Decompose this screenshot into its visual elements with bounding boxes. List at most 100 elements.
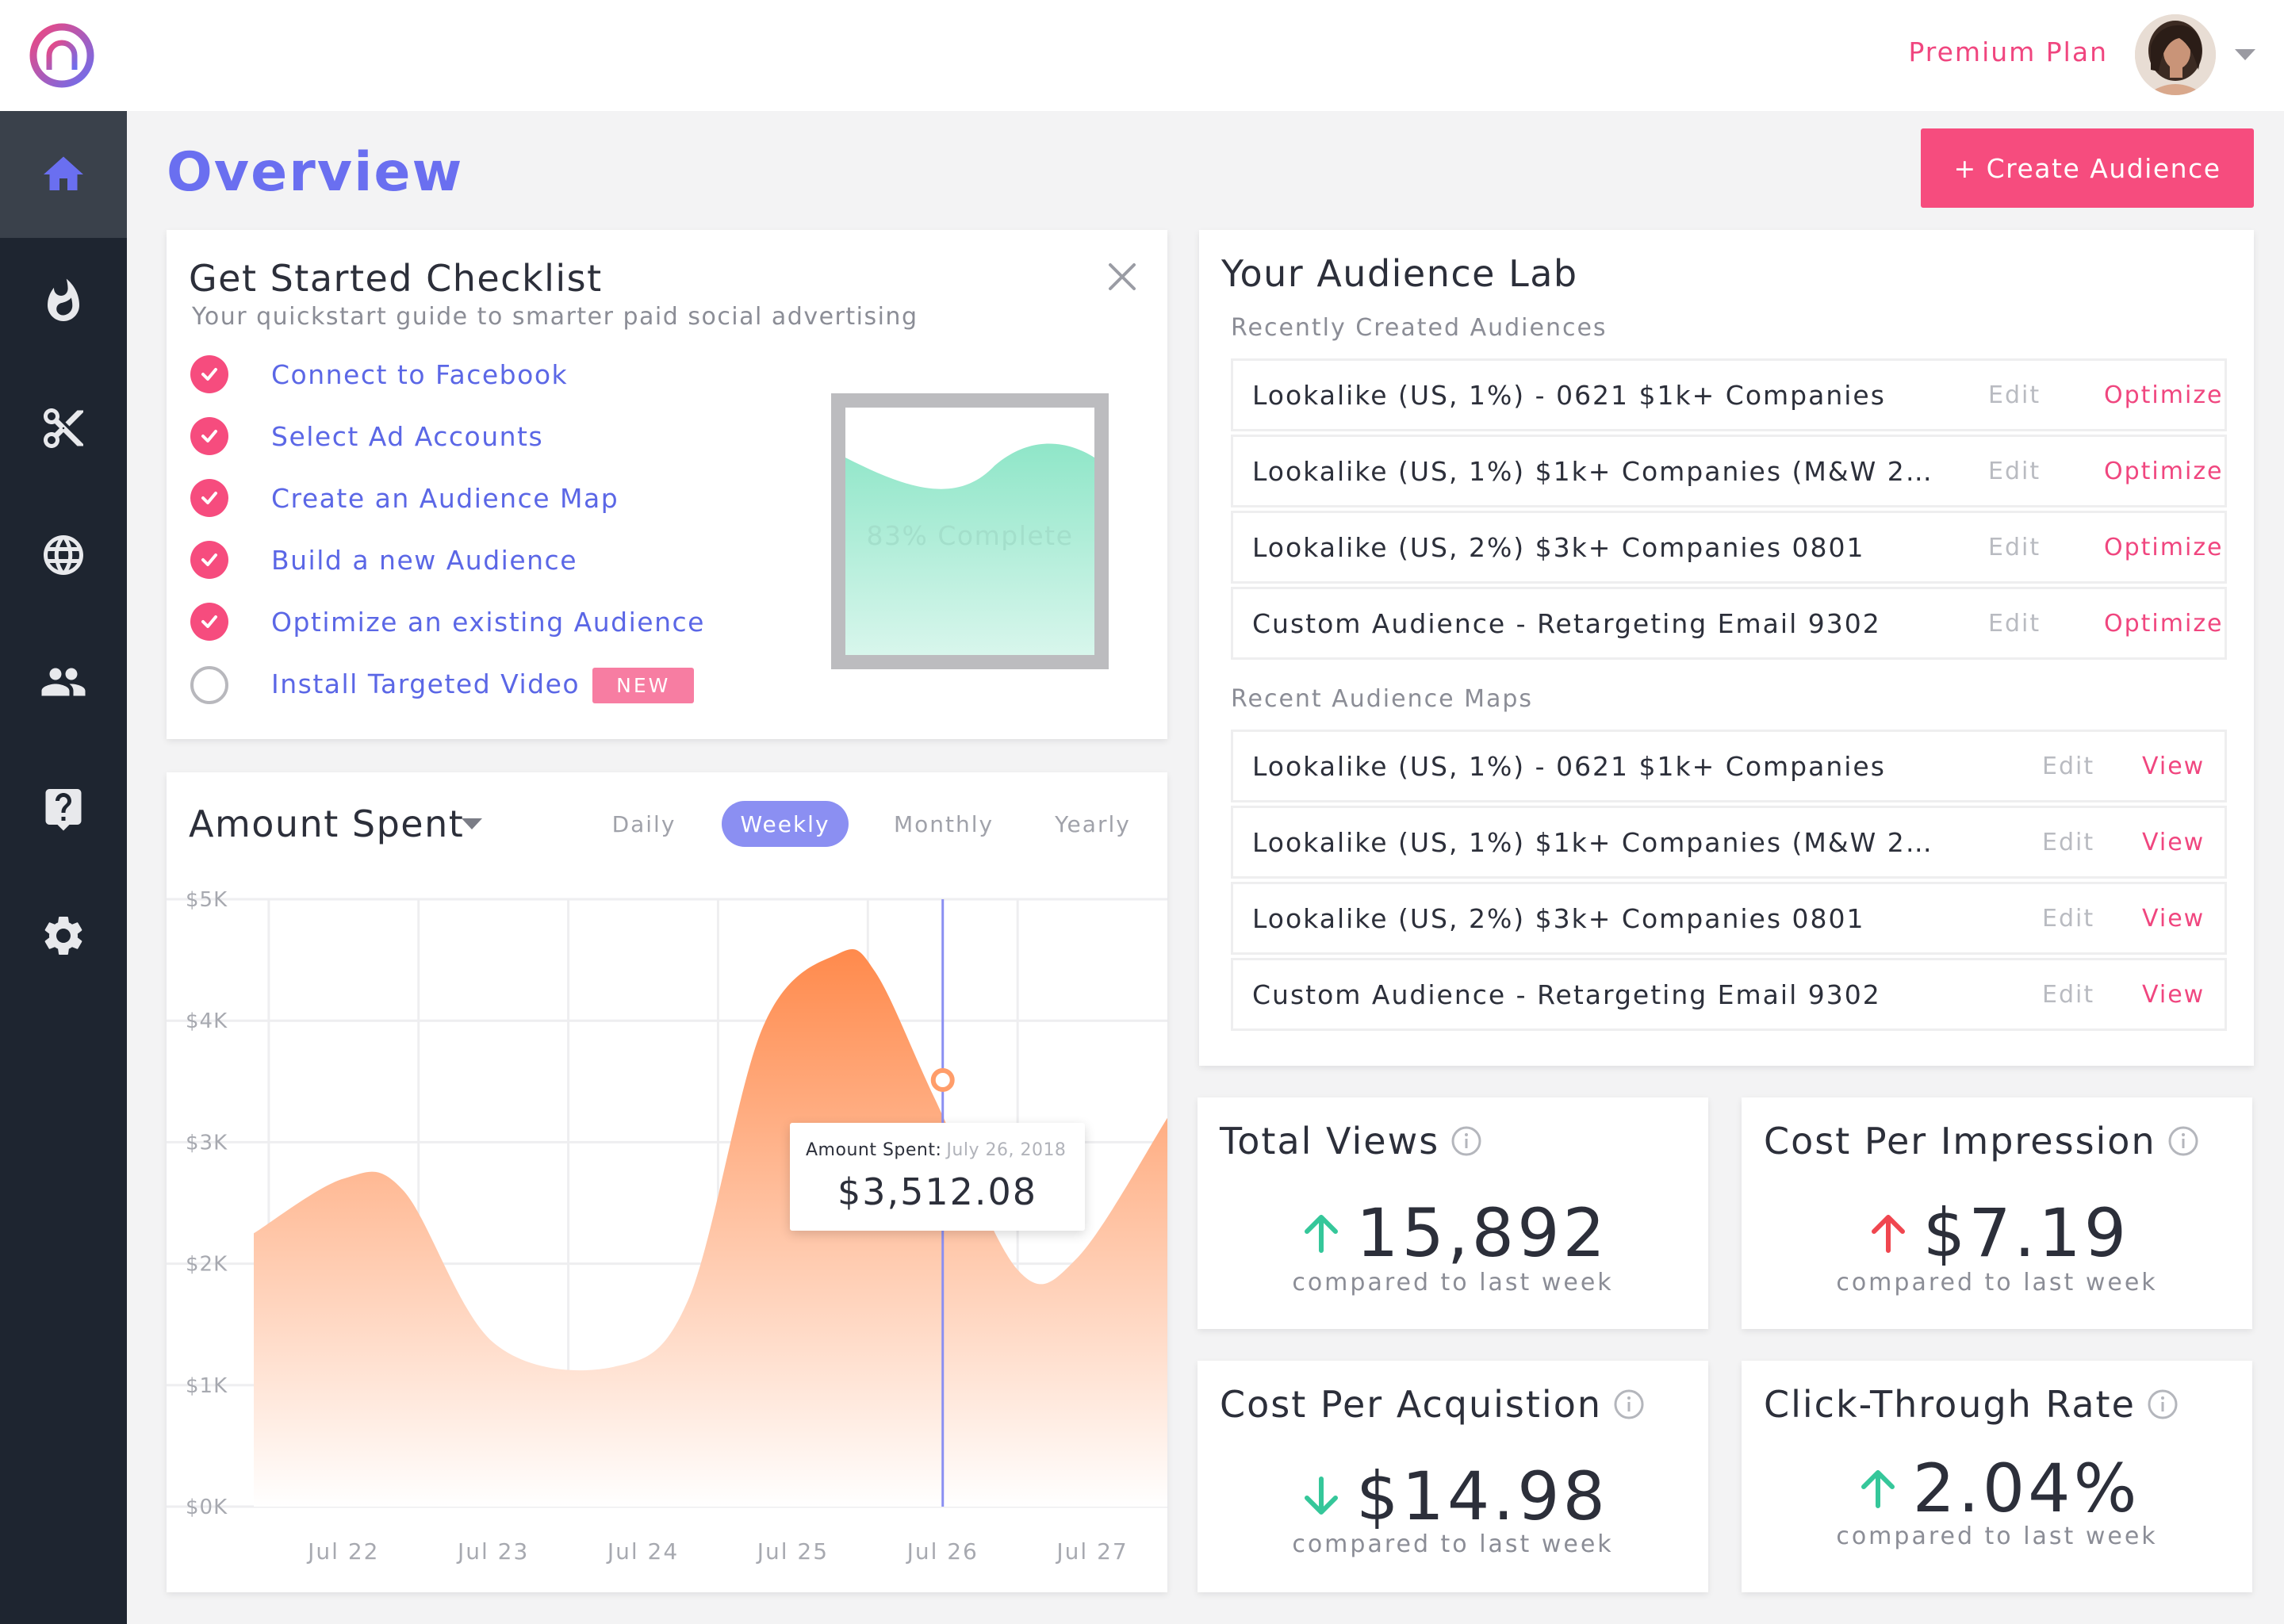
sidebar-item-tools[interactable] [0, 365, 127, 492]
amount-spent-title[interactable]: Amount Spent [189, 802, 464, 845]
period-yearly[interactable]: Yearly [1037, 801, 1148, 847]
stat-comparison: compared to last week [1292, 1530, 1614, 1558]
recent-maps-label: Recent Audience Maps [1231, 685, 1534, 713]
tooltip-label: Amount Spent: [806, 1140, 942, 1160]
view-link[interactable]: View [2142, 829, 2205, 856]
arrow-up-icon [1305, 1215, 1339, 1253]
checklist-item-install-video[interactable]: Install Targeted Video NEW [190, 663, 695, 707]
info-icon[interactable] [2167, 1125, 2199, 1157]
chart-tooltip: Amount Spent: July 26, 2018 $3,512.08 [790, 1123, 1085, 1231]
edit-link[interactable]: Edit [2042, 981, 2094, 1009]
stat-title: Cost Per Impression [1764, 1120, 2156, 1162]
sidebar-item-settings[interactable] [0, 872, 127, 999]
audience-row[interactable]: Lookalike (US, 1%) - 0621 $1k+ Companies… [1231, 358, 2227, 431]
checklist-item-create-audience-map[interactable]: Create an Audience Map [190, 476, 618, 520]
edit-link[interactable]: Edit [2042, 905, 2094, 933]
audience-name[interactable]: Custom Audience - Retargeting Email 9302 [1252, 608, 1934, 639]
y-tick-label: $0K [186, 1496, 228, 1519]
stat-card-total-views: Total Views 15,892 compared to last week [1198, 1097, 1708, 1329]
stat-comparison: compared to last week [1836, 1522, 2158, 1550]
checklist-item-connect-facebook[interactable]: Connect to Facebook [190, 352, 567, 396]
tooltip-label-row: Amount Spent: July 26, 2018 [806, 1140, 1066, 1160]
period-daily[interactable]: Daily [595, 801, 693, 847]
stat-value: 2.04% [1912, 1450, 2140, 1527]
audience-map-row[interactable]: Lookalike (US, 1%) - 0621 $1k+ Companies… [1231, 730, 2227, 802]
arrow-up-icon [1871, 1215, 1905, 1253]
audience-map-row[interactable]: Lookalike (US, 2%) $3k+ Companies 0801 E… [1231, 882, 2227, 955]
audience-row[interactable]: Lookalike (US, 2%) $3k+ Companies 0801 E… [1231, 511, 2227, 584]
stat-value-row: $14.98 [1198, 1457, 1708, 1535]
avatar[interactable] [2135, 14, 2216, 95]
checklist-item-label-wrap[interactable]: Install Targeted Video NEW [271, 667, 695, 703]
plan-label[interactable]: Premium Plan [1908, 36, 2108, 67]
audience-map-name[interactable]: Lookalike (US, 2%) $3k+ Companies 0801 [1252, 903, 1934, 934]
checkmark-icon [190, 355, 228, 393]
audience-lab-title: Your Audience Lab [1221, 252, 1578, 295]
info-icon[interactable] [2147, 1388, 2179, 1420]
stat-title: Total Views [1220, 1120, 1440, 1162]
audience-row[interactable]: Custom Audience - Retargeting Email 9302… [1231, 587, 2227, 660]
stat-card-click-through-rate: Click-Through Rate 2.04% compared to las… [1742, 1361, 2252, 1592]
sidebar-item-home[interactable] [0, 111, 127, 238]
optimize-link[interactable]: Optimize [2104, 458, 2224, 485]
view-link[interactable]: View [2142, 981, 2205, 1009]
sidebar-item-global[interactable] [0, 492, 127, 619]
period-weekly[interactable]: Weekly [722, 801, 849, 847]
edit-link[interactable]: Edit [2042, 753, 2094, 780]
checklist-item-select-ad-accounts[interactable]: Select Ad Accounts [190, 414, 542, 458]
checklist-item-build-audience[interactable]: Build a new Audience [190, 538, 577, 582]
arrow-up-icon [1861, 1470, 1895, 1508]
optimize-link[interactable]: Optimize [2104, 610, 2224, 638]
chart-highlight-point[interactable] [930, 1067, 955, 1092]
edit-link[interactable]: Edit [1988, 458, 2041, 485]
checklist-item-label[interactable]: Optimize an existing Audience [271, 607, 705, 638]
audience-map-name[interactable]: Lookalike (US, 1%) - 0621 $1k+ Companies [1252, 751, 1934, 782]
sidebar-item-audiences[interactable] [0, 619, 127, 745]
stat-title-row: Cost Per Impression [1764, 1120, 2199, 1162]
edit-link[interactable]: Edit [2042, 829, 2094, 856]
audience-name[interactable]: Lookalike (US, 2%) $3k+ Companies 0801 [1252, 532, 1934, 563]
optimize-link[interactable]: Optimize [2104, 381, 2224, 409]
stat-value-row: 15,892 [1198, 1194, 1708, 1272]
stat-title: Click-Through Rate [1764, 1383, 2136, 1426]
x-tick-label: Jul 22 [306, 1538, 379, 1565]
info-icon[interactable] [1613, 1388, 1645, 1420]
edit-link[interactable]: Edit [1988, 381, 2041, 409]
create-audience-button[interactable]: + Create Audience [1921, 128, 2254, 208]
info-icon[interactable] [1450, 1125, 1482, 1157]
optimize-link[interactable]: Optimize [2104, 534, 2224, 561]
edit-link[interactable]: Edit [1988, 534, 2041, 561]
period-monthly[interactable]: Monthly [880, 801, 1007, 847]
audience-map-name[interactable]: Lookalike (US, 1%) $1k+ Companies (M&W 2… [1252, 827, 1934, 858]
sidebar-item-help[interactable] [0, 745, 127, 872]
audience-row[interactable]: Lookalike (US, 1%) $1k+ Companies (M&W 2… [1231, 435, 2227, 508]
audience-map-row[interactable]: Custom Audience - Retargeting Email 9302… [1231, 958, 2227, 1031]
checklist-item-optimize-audience[interactable]: Optimize an existing Audience [190, 599, 703, 644]
checklist-item-label[interactable]: Install Targeted Video [271, 668, 580, 699]
checklist-item-label[interactable]: Build a new Audience [271, 545, 577, 576]
app-logo[interactable] [29, 22, 95, 89]
stat-title-row: Total Views [1220, 1120, 1482, 1162]
checkmark-icon [190, 417, 228, 455]
scissors-icon [44, 408, 83, 448]
stat-title: Cost Per Acquistion [1220, 1383, 1602, 1426]
account-menu-caret-icon[interactable] [2235, 49, 2255, 60]
close-icon[interactable] [1102, 257, 1142, 297]
audience-map-row[interactable]: Lookalike (US, 1%) $1k+ Companies (M&W 2… [1231, 806, 2227, 879]
stat-title-row: Click-Through Rate [1764, 1383, 2179, 1426]
chevron-down-icon[interactable] [462, 818, 482, 829]
progress-label: 83% Complete [866, 520, 1074, 551]
checklist-item-label[interactable]: Select Ad Accounts [271, 421, 543, 452]
edit-link[interactable]: Edit [1988, 610, 2041, 638]
audience-name[interactable]: Lookalike (US, 1%) $1k+ Companies (M&W 2… [1252, 456, 1934, 487]
sidebar-item-trending[interactable] [0, 238, 127, 365]
audience-map-name[interactable]: Custom Audience - Retargeting Email 9302 [1252, 979, 1934, 1010]
y-tick-label: $3K [186, 1131, 228, 1155]
view-link[interactable]: View [2142, 753, 2205, 780]
checklist-item-label[interactable]: Connect to Facebook [271, 359, 568, 390]
audience-name[interactable]: Lookalike (US, 1%) - 0621 $1k+ Companies [1252, 380, 1934, 411]
checklist-item-label[interactable]: Create an Audience Map [271, 483, 619, 514]
stat-title-row: Cost Per Acquistion [1220, 1383, 1645, 1426]
view-link[interactable]: View [2142, 905, 2205, 933]
y-tick-label: $4K [186, 1009, 228, 1033]
